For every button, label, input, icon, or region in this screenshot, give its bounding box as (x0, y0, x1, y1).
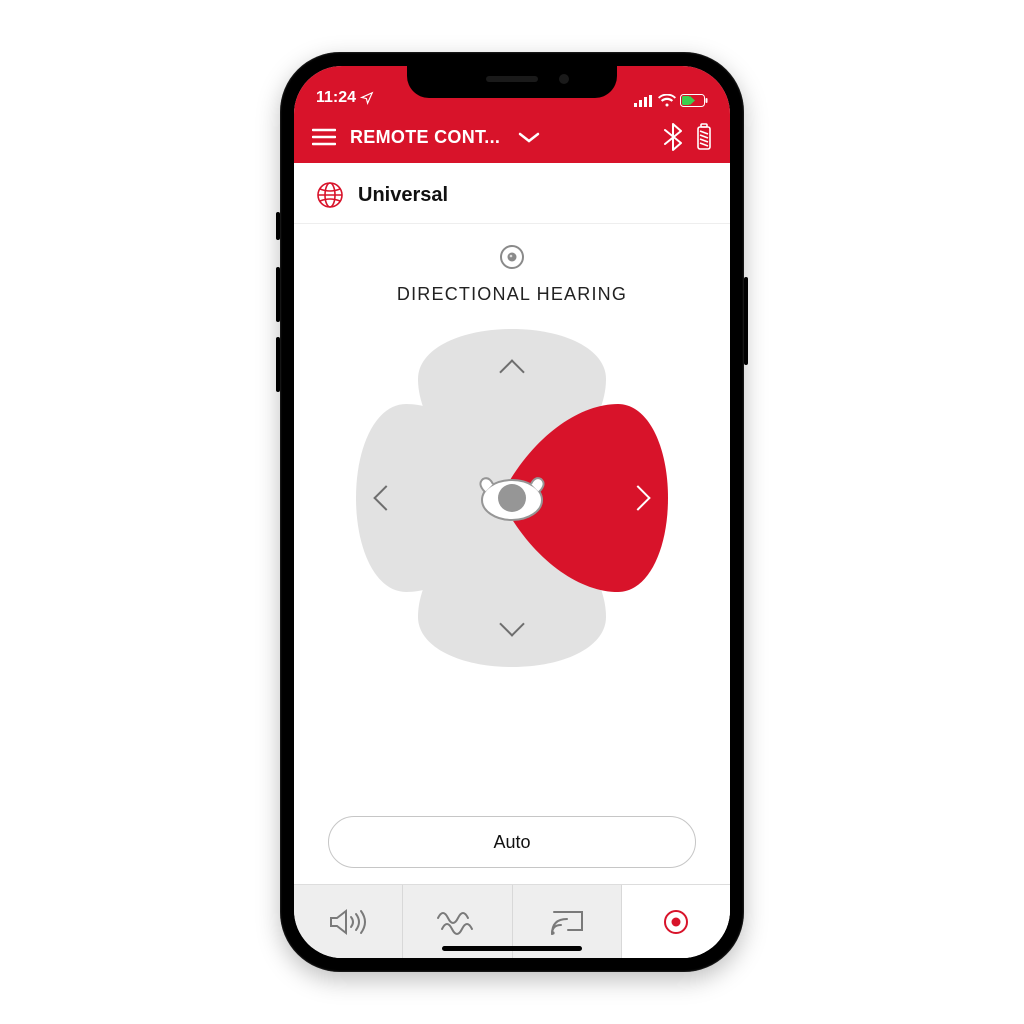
notch (407, 66, 617, 98)
cast-icon (548, 907, 586, 937)
bluetooth-icon[interactable] (664, 123, 682, 151)
status-time: 11:24 (316, 89, 356, 107)
battery-level-icon[interactable] (696, 123, 712, 151)
target-tab-icon (663, 909, 689, 935)
globe-icon (316, 181, 344, 209)
power-button (744, 277, 748, 365)
app-title[interactable]: REMOTE CONT... (350, 127, 500, 148)
volume-up-button (276, 267, 280, 322)
program-name: Universal (358, 184, 448, 207)
signal-icon (634, 95, 654, 107)
wifi-icon (658, 94, 676, 107)
main-area: DIRECTIONAL HEARING (294, 224, 730, 884)
chevron-down-icon[interactable] (518, 131, 540, 143)
directional-pad (347, 333, 677, 663)
phone-frame: 11:24 REMOTE CONT... Universal (280, 52, 744, 972)
app-header: REMOTE CONT... (294, 111, 730, 163)
target-icon (499, 244, 525, 270)
tab-directional[interactable] (622, 885, 730, 958)
auto-button[interactable]: Auto (328, 816, 696, 868)
tab-volume[interactable] (294, 885, 403, 958)
auto-button-label: Auto (493, 832, 530, 853)
volume-icon (328, 907, 368, 937)
screen: 11:24 REMOTE CONT... Universal (294, 66, 730, 958)
location-icon (360, 91, 374, 105)
program-row[interactable]: Universal (294, 163, 730, 224)
head-icon (473, 470, 551, 526)
battery-icon (680, 94, 708, 107)
volume-down-button (276, 337, 280, 392)
wave-icon (436, 909, 478, 935)
menu-icon[interactable] (312, 128, 336, 146)
mute-switch (276, 212, 280, 240)
home-indicator[interactable] (442, 946, 582, 951)
section-title: DIRECTIONAL HEARING (397, 284, 627, 305)
